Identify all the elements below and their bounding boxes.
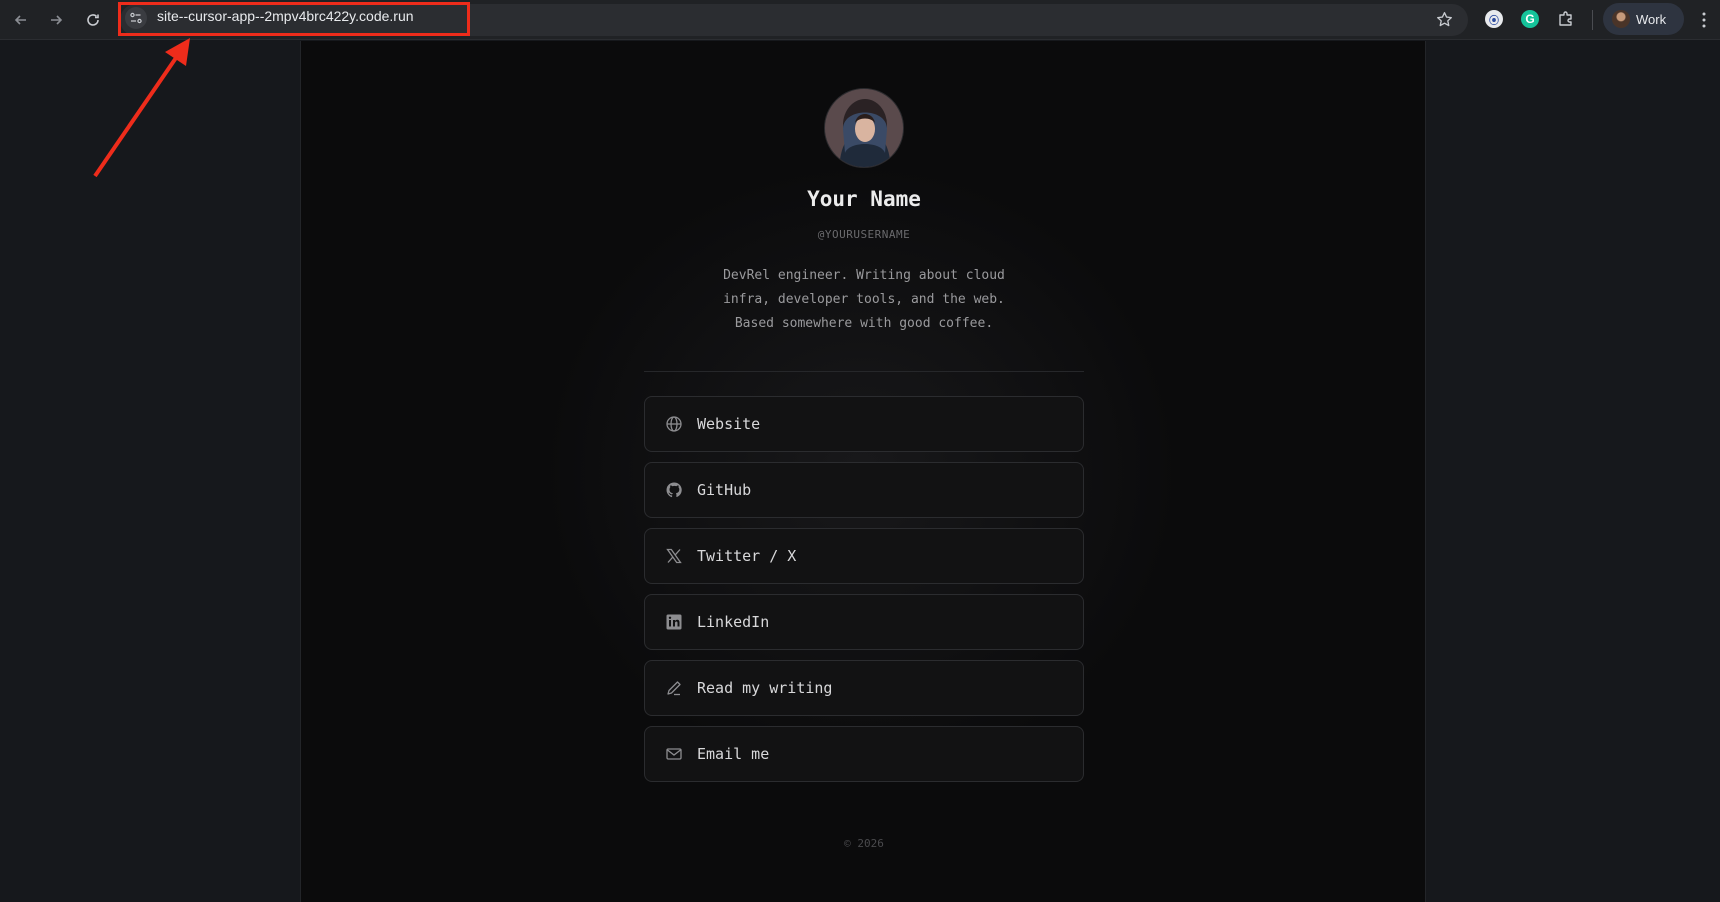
- extension-1-icon: ⦿: [1485, 10, 1503, 28]
- profile-bio: DevRel engineer. Writing about cloud inf…: [664, 264, 1064, 336]
- link-label: LinkedIn: [697, 613, 770, 631]
- link-label: Website: [697, 415, 761, 433]
- link-email[interactable]: Email me: [644, 726, 1084, 782]
- footer-copyright: © 2026: [844, 837, 884, 850]
- back-button[interactable]: [7, 6, 35, 34]
- reload-button[interactable]: [79, 6, 107, 34]
- kebab-menu-icon: [1702, 12, 1706, 28]
- profile-page: Your Name @YOURUSERNAME DevRel engineer.…: [300, 41, 1426, 902]
- extension-button-1[interactable]: ⦿: [1482, 7, 1506, 31]
- link-label: Twitter / X: [697, 547, 797, 565]
- profile-button[interactable]: Work: [1603, 3, 1684, 35]
- profile-avatar-photo: [824, 88, 904, 168]
- link-linkedin[interactable]: LinkedIn: [644, 594, 1084, 650]
- back-arrow-icon: [14, 15, 26, 25]
- profile-handle: @YOURUSERNAME: [817, 228, 911, 241]
- extensions-button[interactable]: [1554, 7, 1578, 31]
- forward-arrow-icon: [51, 15, 63, 25]
- globe-icon: [666, 416, 682, 432]
- link-twitter[interactable]: Twitter / X: [644, 528, 1084, 584]
- browser-menu-button[interactable]: [1694, 8, 1714, 32]
- link-github[interactable]: GitHub: [644, 462, 1084, 518]
- link-website[interactable]: Website: [644, 396, 1084, 452]
- page-viewport: Your Name @YOURUSERNAME DevRel engineer.…: [0, 41, 1720, 902]
- bio-line: infra, developer tools, and the web.: [723, 292, 1005, 307]
- annotation-highlight-box: [118, 2, 470, 36]
- linkedin-icon: [666, 614, 682, 630]
- link-label: GitHub: [697, 481, 752, 499]
- bookmark-button[interactable]: [1432, 7, 1456, 31]
- profile-name: Your Name: [807, 187, 921, 211]
- pencil-icon: [667, 681, 681, 696]
- extension-puzzle-icon: [1559, 11, 1572, 26]
- forward-button[interactable]: [42, 6, 70, 34]
- link-writing[interactable]: Read my writing: [644, 660, 1084, 716]
- profile-label: Work: [1636, 11, 1667, 27]
- mail-icon: [666, 748, 682, 760]
- link-label: Read my writing: [697, 679, 833, 697]
- bio-line: DevRel engineer. Writing about cloud: [723, 268, 1005, 283]
- grammarly-extension-button[interactable]: G: [1518, 7, 1542, 31]
- link-label: Email me: [697, 745, 770, 763]
- toolbar-divider: [1592, 10, 1593, 30]
- reload-icon: [87, 14, 99, 26]
- bookmark-star-icon: [1436, 11, 1452, 26]
- github-icon: [666, 482, 682, 498]
- section-divider: [644, 371, 1084, 372]
- x-logo-icon: [666, 548, 682, 564]
- bio-line: Based somewhere with good coffee.: [734, 316, 994, 331]
- grammarly-icon: G: [1521, 10, 1539, 28]
- profile-avatar: [1612, 10, 1630, 28]
